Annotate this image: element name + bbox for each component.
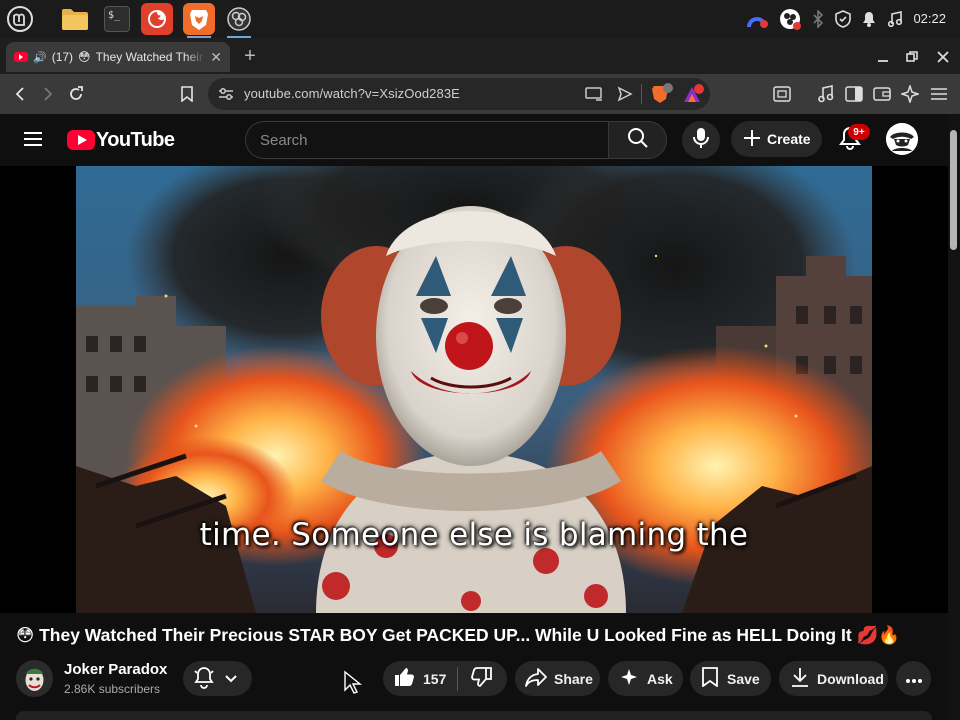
channel-avatar[interactable]	[16, 660, 53, 697]
leo-ai-icon[interactable]	[899, 83, 921, 105]
media-music-icon[interactable]	[815, 83, 837, 105]
mouse-cursor-icon	[343, 670, 363, 699]
bookmark-button[interactable]	[176, 83, 198, 105]
plus-icon	[743, 129, 761, 150]
search-input[interactable]: Search	[245, 121, 608, 159]
clock[interactable]: 02:22	[913, 11, 946, 26]
tab-active[interactable]: 🔊 (17) 😳 They Watched Their Precious STA…	[6, 42, 230, 72]
page-scrollbar[interactable]	[948, 114, 960, 720]
ask-button[interactable]: Ask	[608, 661, 683, 696]
subscriber-count: 2.86K subscribers	[64, 682, 161, 696]
youtube-favicon-icon	[14, 52, 28, 62]
create-button[interactable]: Create	[731, 121, 822, 157]
new-tab-button[interactable]: +	[240, 45, 260, 67]
voice-search-button[interactable]	[682, 121, 720, 159]
search-placeholder: Search	[260, 132, 308, 149]
save-label: Save	[727, 670, 760, 687]
download-icon	[791, 667, 809, 690]
url-text: youtube.com/watch?v=XsizOod283E	[244, 86, 460, 101]
browser-tab-strip: 🔊 (17) 😳 They Watched Their Precious STA…	[0, 38, 960, 74]
like-button[interactable]: 157	[383, 666, 457, 691]
share-label: Share	[554, 670, 593, 687]
save-button[interactable]: Save	[690, 661, 771, 696]
send-icon[interactable]	[617, 86, 633, 107]
more-horizontal-icon	[905, 671, 923, 687]
brave-icon[interactable]	[183, 3, 215, 38]
notification-badge: 9+	[848, 124, 870, 140]
thumbs-down-icon	[471, 666, 493, 691]
mint-menu-icon[interactable]	[4, 3, 36, 35]
more-actions-button[interactable]	[896, 661, 931, 696]
create-label: Create	[767, 131, 811, 147]
youtube-masthead: YouTube Search Create 9+	[0, 114, 948, 166]
scrollbar-thumb[interactable]	[950, 130, 957, 250]
shield-icon[interactable]	[832, 8, 854, 30]
brave-rewards-icon[interactable]	[682, 84, 706, 109]
notification-tray-icon[interactable]	[858, 8, 880, 30]
brave-shields-icon[interactable]	[651, 83, 675, 110]
dislike-button[interactable]	[458, 666, 506, 691]
video-title: 😳 They Watched Their Precious STAR BOY G…	[16, 625, 901, 645]
download-label: Download	[817, 670, 884, 687]
subscribed-notifications-button[interactable]	[183, 661, 252, 696]
video-frame[interactable]: time. Someone else is blaming the	[76, 166, 872, 613]
wallet-icon[interactable]	[871, 83, 893, 105]
minimize-button[interactable]	[872, 46, 894, 68]
address-bar[interactable]: youtube.com/watch?v=XsizOod283E	[208, 78, 710, 110]
browser-toolbar: youtube.com/watch?v=XsizOod283E	[0, 74, 960, 114]
obs-tray-icon[interactable]	[777, 8, 803, 30]
description-panel-edge[interactable]	[16, 711, 932, 720]
youtube-logo-text[interactable]: YouTube	[96, 129, 175, 152]
youtube-play-icon	[67, 130, 95, 150]
account-avatar[interactable]	[886, 123, 918, 155]
like-count: 157	[423, 670, 447, 687]
urlbar-divider	[641, 84, 642, 104]
vpn-icon[interactable]	[744, 8, 770, 30]
download-button[interactable]: Download	[779, 661, 888, 696]
search-icon	[627, 127, 649, 154]
tab-count: (17)	[51, 50, 74, 64]
forward-button[interactable]	[37, 83, 59, 105]
terminal-icon[interactable]: $_	[101, 3, 133, 35]
firefox-icon[interactable]	[141, 3, 173, 35]
search-button[interactable]	[608, 121, 667, 159]
tab-close-icon[interactable]: ✕	[210, 49, 222, 66]
channel-name[interactable]: Joker Paradox	[64, 661, 167, 678]
close-window-button[interactable]	[932, 46, 954, 68]
chevron-down-icon	[224, 671, 238, 687]
reader-mode-icon[interactable]	[771, 83, 793, 105]
like-dislike-group: 157	[383, 661, 507, 696]
speaker-icon[interactable]: 🔊	[33, 51, 47, 64]
microphone-icon	[693, 127, 709, 154]
sparkle-icon	[620, 668, 638, 689]
bell-subscribed-icon	[192, 665, 216, 692]
video-caption: time. Someone else is blaming the	[199, 517, 749, 553]
thumbs-up-icon	[393, 666, 415, 691]
bookmark-save-icon	[702, 667, 718, 690]
sidebar-toggle-icon[interactable]	[843, 83, 865, 105]
tab-emoji: 😳	[78, 50, 91, 64]
obs-icon[interactable]	[223, 3, 255, 38]
ask-label: Ask	[647, 670, 673, 687]
reload-button[interactable]	[65, 83, 87, 105]
menu-hamburger-icon[interactable]	[928, 83, 950, 105]
restore-button[interactable]	[901, 46, 923, 68]
back-button[interactable]	[9, 83, 31, 105]
share-icon	[525, 667, 547, 690]
music-icon[interactable]	[884, 8, 906, 30]
os-taskbar: $_ 02:22	[0, 0, 960, 38]
site-settings-icon[interactable]	[218, 87, 234, 106]
guide-menu-icon[interactable]	[22, 130, 46, 150]
tab-title: They Watched Their Precious STAR BOY Get…	[95, 50, 206, 64]
files-icon[interactable]	[59, 3, 91, 35]
cast-icon[interactable]	[585, 86, 603, 107]
share-button[interactable]: Share	[515, 661, 600, 696]
bluetooth-icon[interactable]	[808, 8, 828, 30]
video-player[interactable]: time. Someone else is blaming the	[0, 166, 948, 613]
